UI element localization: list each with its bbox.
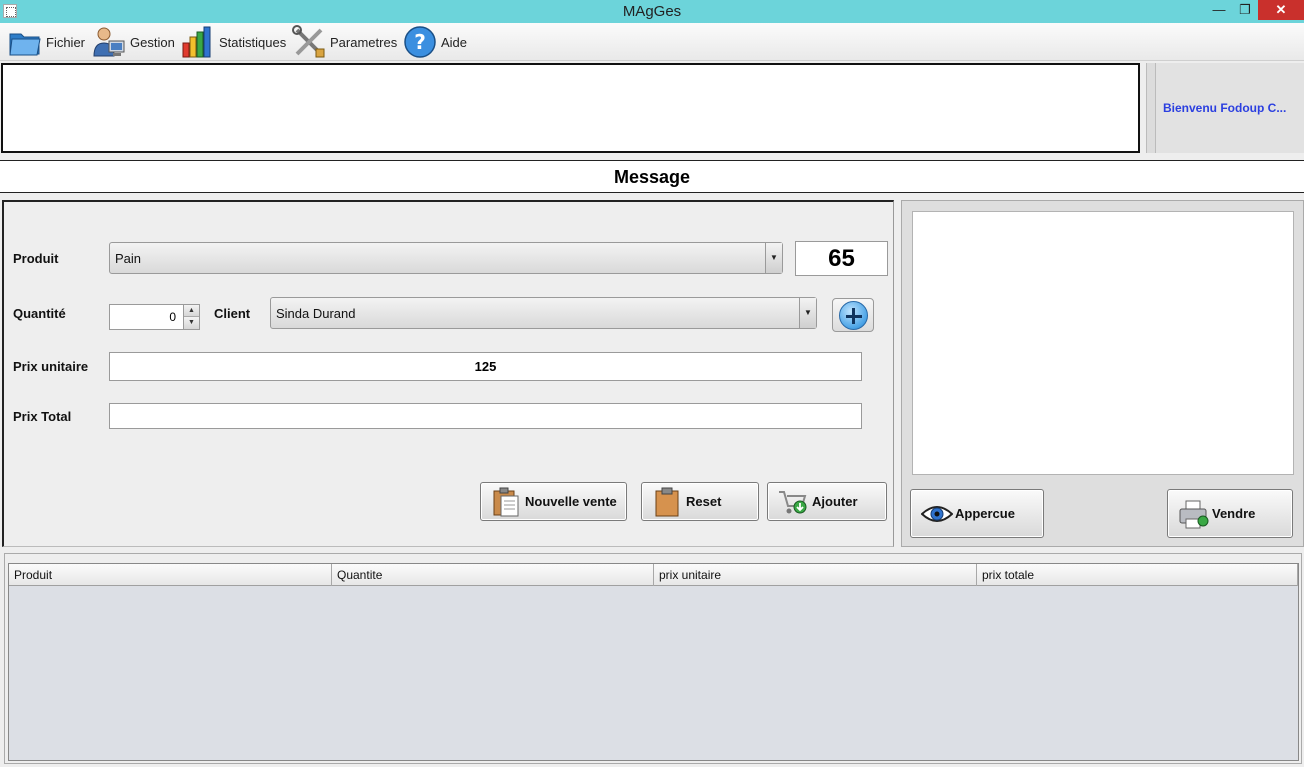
menu-bar: Fichier Gestion Statistiques Parametres … (0, 23, 1304, 61)
prix-total-field[interactable] (109, 403, 862, 429)
vendre-button[interactable]: Vendre (1167, 489, 1293, 538)
nouvelle-vente-button[interactable]: Nouvelle vente (480, 482, 627, 521)
cart-add-icon (778, 487, 808, 517)
add-client-button[interactable] (832, 298, 874, 332)
menu-fichier-label: Fichier (46, 34, 86, 50)
maximize-button[interactable]: ❐ (1232, 0, 1258, 20)
stock-display: 65 (795, 241, 888, 276)
menu-statistiques[interactable]: Statistiques (181, 25, 286, 59)
title-bar: MAgGes — ❐ ✕ (0, 0, 1304, 23)
menu-gestion-label: Gestion (130, 34, 175, 50)
vendre-label: Vendre (1212, 506, 1256, 521)
quantite-stepper[interactable]: 0 ▲ ▼ (109, 304, 200, 330)
close-button[interactable]: ✕ (1258, 0, 1304, 20)
welcome-text: Bienvenu Fodoup C... (1163, 101, 1287, 115)
appercue-button[interactable]: Appercue (910, 489, 1044, 538)
client-label: Client (214, 306, 251, 321)
column-header-quantite[interactable]: Quantite (332, 564, 654, 586)
notification-area (1, 63, 1140, 153)
plus-icon (839, 301, 868, 330)
clipboard-icon (652, 487, 682, 517)
split-divider[interactable] (1146, 63, 1156, 153)
produit-select[interactable]: Pain ▼ (109, 242, 783, 274)
quantite-label: Quantité (13, 306, 66, 321)
bar-chart-icon (181, 25, 215, 59)
svg-text:?: ? (414, 30, 426, 54)
prix-total-label: Prix Total (13, 409, 72, 424)
help-icon: ? (403, 25, 437, 59)
menu-gestion[interactable]: Gestion (92, 25, 175, 59)
sale-form-panel: Produit Pain ▼ 65 Quantité 0 ▲ ▼ Client … (2, 200, 894, 547)
reset-button[interactable]: Reset (641, 482, 759, 521)
window-title: MAgGes (622, 3, 682, 20)
user-computer-icon (92, 25, 126, 59)
column-header-prix-unitaire[interactable]: prix unitaire (654, 564, 977, 586)
minimize-button[interactable]: — (1206, 0, 1232, 20)
ajouter-button[interactable]: Ajouter (767, 482, 887, 521)
menu-parametres-label: Parametres (330, 34, 398, 50)
stepper-down-button[interactable]: ▼ (184, 317, 199, 329)
quantite-value: 0 (169, 310, 176, 324)
clipboard-document-icon (491, 487, 521, 517)
stepper-buttons: ▲ ▼ (183, 305, 199, 329)
menu-fichier[interactable]: Fichier (8, 25, 85, 59)
chevron-down-icon[interactable]: ▼ (765, 243, 782, 273)
client-select[interactable]: Sinda Durand ▼ (270, 297, 817, 329)
sales-table-panel: Produit Quantite prix unitaire prix tota… (4, 553, 1302, 764)
menu-statistiques-label: Statistiques (219, 34, 287, 50)
appercue-label: Appercue (955, 506, 1015, 521)
nouvelle-vente-label: Nouvelle vente (525, 494, 617, 509)
folder-icon (8, 25, 42, 59)
preview-panel: Appercue Vendre (901, 200, 1304, 547)
table-header: Produit Quantite prix unitaire prix tota… (9, 564, 1298, 586)
prix-unitaire-label: Prix unitaire (13, 359, 89, 374)
produit-selected-value: Pain (115, 251, 142, 266)
chevron-down-icon[interactable]: ▼ (799, 298, 816, 328)
reset-label: Reset (686, 494, 722, 509)
receipt-preview-area (912, 211, 1294, 475)
menu-aide-label: Aide (441, 34, 468, 50)
client-selected-value: Sinda Durand (276, 306, 356, 321)
prix-unitaire-value: 125 (474, 359, 497, 374)
menu-aide[interactable]: ? Aide (403, 25, 467, 59)
ajouter-label: Ajouter (812, 494, 858, 509)
stepper-up-button[interactable]: ▲ (184, 305, 199, 317)
welcome-panel: Bienvenu Fodoup C... (1156, 63, 1304, 153)
column-header-prix-totale[interactable]: prix totale (977, 564, 1298, 586)
printer-icon (1178, 499, 1209, 529)
message-header: Message (0, 160, 1304, 193)
tools-icon (292, 25, 326, 59)
menu-parametres[interactable]: Parametres (292, 25, 397, 59)
sales-table: Produit Quantite prix unitaire prix tota… (8, 563, 1299, 761)
prix-unitaire-field[interactable]: 125 (109, 352, 862, 381)
produit-label: Produit (13, 251, 59, 266)
column-header-produit[interactable]: Produit (9, 564, 332, 586)
eye-icon (920, 499, 954, 529)
